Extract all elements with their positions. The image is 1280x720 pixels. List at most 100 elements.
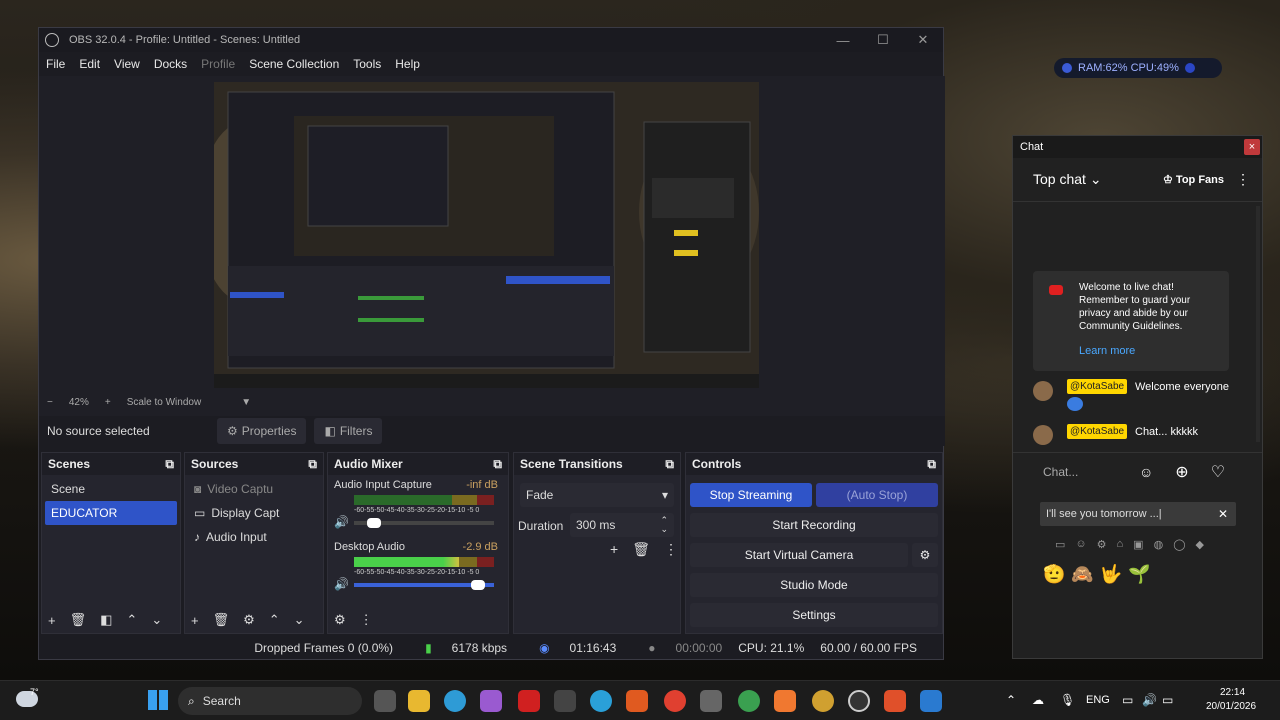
video-icon[interactable]: ▭ — [1055, 538, 1065, 551]
emoji-item[interactable]: 🤟 — [1100, 564, 1122, 585]
undock-icon[interactable]: ⧉ — [165, 457, 174, 472]
battery-icon[interactable]: ▭ — [1162, 693, 1173, 707]
menu-docks[interactable]: Docks — [154, 57, 187, 71]
source-item[interactable]: ♪ Audio Input — [188, 525, 320, 549]
virtual-camera-button[interactable]: Start Virtual Camera — [690, 543, 908, 567]
down-icon[interactable]: ⌄ — [151, 612, 162, 628]
add-icon[interactable]: + — [610, 541, 618, 558]
volume-slider[interactable] — [354, 580, 494, 590]
close-window-button[interactable]: ✕ — [903, 28, 943, 52]
add-icon[interactable]: + — [48, 613, 56, 628]
bulb-icon[interactable]: ◯ — [1173, 538, 1185, 551]
more-icon[interactable]: ⋮ — [1236, 171, 1250, 188]
duration-input[interactable]: 300 ms ⌃ ⌄ — [570, 513, 674, 537]
mixer-settings-icon[interactable]: ⚙ — [334, 612, 346, 628]
volume-handle[interactable] — [471, 580, 486, 590]
obs-icon[interactable] — [848, 690, 870, 712]
menu-edit[interactable]: Edit — [79, 57, 100, 71]
menu-scene-collection[interactable]: Scene Collection — [249, 57, 339, 71]
diamond-icon[interactable]: ◆ — [1196, 538, 1204, 551]
learn-more-link[interactable]: Learn more — [1079, 345, 1135, 357]
copilot-icon[interactable] — [480, 690, 502, 712]
menu-profile[interactable]: Profile — [201, 57, 235, 71]
virtual-camera-settings-button[interactable]: ⚙ — [912, 543, 938, 567]
language-indicator[interactable]: ENG — [1086, 694, 1110, 706]
stepper-icon[interactable]: ⌃ ⌄ — [660, 516, 668, 534]
menu-view[interactable]: View — [114, 57, 140, 71]
up-icon[interactable]: ⌃ — [126, 612, 137, 628]
undock-icon[interactable]: ⧉ — [493, 457, 502, 472]
heart-icon[interactable]: ♡ — [1211, 462, 1225, 482]
taskbar-search[interactable]: ⌕ Search — [178, 687, 362, 715]
chat-close-button[interactable]: × — [1244, 139, 1260, 155]
terminal-icon[interactable] — [554, 690, 576, 712]
speaker-icon[interactable]: 🔊 — [334, 515, 349, 529]
gear-icon[interactable]: ⚙ — [243, 612, 255, 628]
emoji-item[interactable]: 🙈 — [1071, 564, 1093, 585]
gear-icon[interactable]: ⚙ — [1097, 538, 1107, 551]
car-icon[interactable]: ▣ — [1133, 538, 1143, 551]
chat-scrollbar[interactable] — [1256, 206, 1260, 442]
minimize-button[interactable]: — — [823, 28, 863, 52]
trash-icon[interactable]: 🗑 — [213, 612, 230, 628]
file-explorer-icon[interactable] — [408, 690, 430, 712]
onedrive-icon[interactable]: ☁ — [1032, 693, 1044, 707]
zoom-out-button[interactable]: − — [47, 397, 53, 408]
menu-file[interactable]: File — [46, 57, 65, 71]
smile-icon[interactable]: ☺ — [1075, 538, 1086, 551]
studio-mode-button[interactable]: Studio Mode — [690, 573, 938, 597]
zoom-in-button[interactable]: + — [105, 397, 111, 408]
start-windows-icon[interactable] — [148, 690, 168, 710]
program-preview[interactable] — [214, 82, 759, 388]
network-icon[interactable]: ▭ — [1122, 693, 1133, 707]
emoji-item[interactable]: 🫡 — [1043, 564, 1065, 585]
emoji-item[interactable]: 🌱 — [1128, 564, 1150, 585]
top-fans-button[interactable]: ♔ Top Fans — [1163, 173, 1224, 186]
food-icon[interactable]: ⌂ — [1117, 538, 1124, 551]
filters-button[interactable]: ◧ Filters — [314, 418, 383, 444]
trash-icon[interactable]: 🗑 — [632, 541, 650, 558]
volume-slider[interactable] — [354, 518, 494, 528]
chat-mode-dropdown[interactable]: Top chat ⌄ — [1033, 171, 1102, 188]
task-view-icon[interactable] — [374, 690, 396, 712]
maximize-button[interactable]: ☐ — [863, 28, 903, 52]
start-recording-button[interactable]: Start Recording — [690, 513, 938, 537]
vscode-icon[interactable] — [920, 690, 942, 712]
up-icon[interactable]: ⌃ — [269, 612, 280, 628]
stop-streaming-button[interactable]: Stop Streaming — [690, 483, 812, 507]
undock-icon[interactable]: ⧉ — [308, 457, 317, 472]
chrome-profile-icon[interactable] — [812, 690, 834, 712]
chat-username[interactable]: @KotaSabe — [1067, 379, 1128, 394]
menu-tools[interactable]: Tools — [353, 57, 381, 71]
add-icon[interactable]: + — [191, 613, 199, 628]
scale-dropdown-icon[interactable]: ▼ — [241, 397, 251, 408]
app-c-icon[interactable] — [774, 690, 796, 712]
scene-item[interactable]: Scene — [45, 477, 177, 501]
menu-help[interactable]: Help — [395, 57, 420, 71]
filter-icon[interactable]: ◧ — [100, 612, 112, 628]
auto-stop-button[interactable]: (Auto Stop) — [816, 483, 938, 507]
more-icon[interactable]: ⋮ — [664, 541, 678, 558]
telegram-icon[interactable] — [590, 690, 612, 712]
trash-icon[interactable]: 🗑 — [70, 612, 87, 628]
app-l-icon[interactable] — [518, 690, 540, 712]
ball-icon[interactable]: ◍ — [1154, 538, 1164, 551]
edge-icon[interactable] — [444, 690, 466, 712]
chrome-icon[interactable] — [738, 690, 760, 712]
app-icon[interactable] — [700, 690, 722, 712]
chat-input[interactable]: Chat... — [1043, 465, 1139, 479]
scene-item-selected[interactable]: EDUCATOR — [45, 501, 177, 525]
source-item[interactable]: ◙ Video Captu — [188, 477, 320, 501]
more-icon[interactable]: ⋮ — [360, 612, 373, 628]
transition-select[interactable]: Fade ▾ — [520, 483, 674, 507]
settings-button[interactable]: Settings — [690, 603, 938, 627]
source-item[interactable]: ▭ Display Capt — [188, 501, 320, 525]
undock-icon[interactable]: ⧉ — [665, 457, 674, 472]
tray-chevron-icon[interactable]: ⌃ — [1006, 693, 1016, 707]
mic-tray-icon[interactable]: 🎙 — [1060, 693, 1075, 707]
undock-icon[interactable]: ⧉ — [927, 457, 936, 472]
draft-message-box[interactable]: I'll see you tomorrow ...| ✕ — [1040, 502, 1236, 526]
close-icon[interactable]: ✕ — [1218, 507, 1228, 521]
clock-time[interactable]: 22:14 — [1220, 687, 1245, 698]
volume-icon[interactable]: 🔊 — [1142, 693, 1157, 707]
